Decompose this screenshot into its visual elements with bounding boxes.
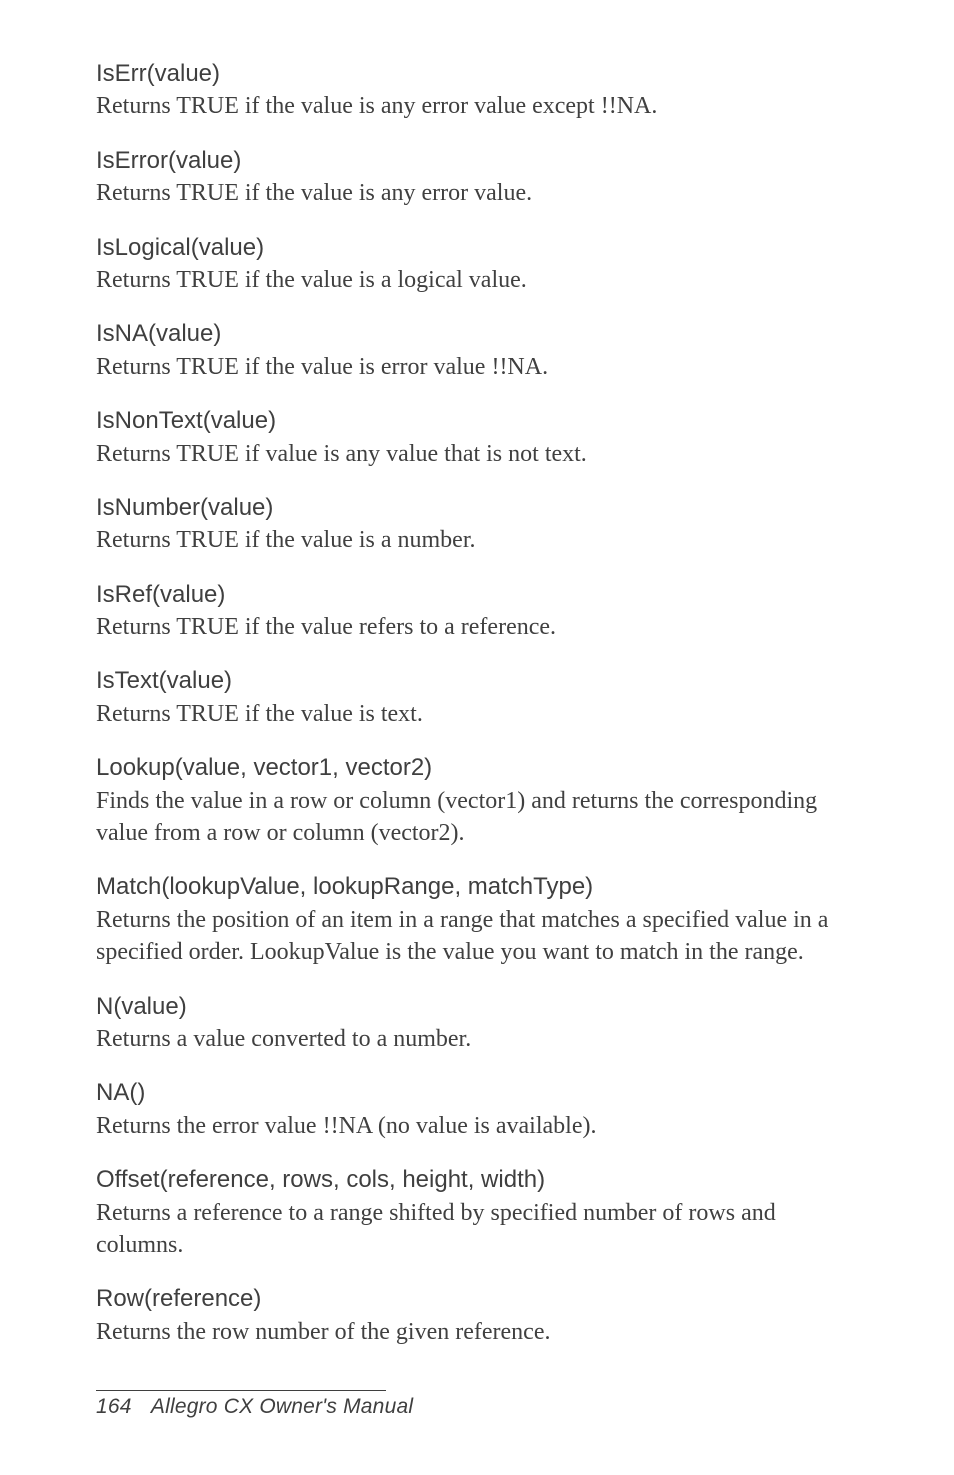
function-signature: Lookup(value, vector1, vector2) <box>96 752 858 784</box>
entry: Offset(reference, rows, cols, height, wi… <box>96 1164 858 1261</box>
entry: Match(lookupValue, lookupRange, matchTyp… <box>96 871 858 968</box>
function-description: Returns the row number of the given refe… <box>96 1316 858 1348</box>
footer-rule <box>96 1390 386 1391</box>
function-description: Returns TRUE if the value is a number. <box>96 524 858 556</box>
function-description: Returns a reference to a range shifted b… <box>96 1197 858 1262</box>
entry: IsErr(value) Returns TRUE if the value i… <box>96 58 858 123</box>
entry: IsLogical(value) Returns TRUE if the val… <box>96 232 858 297</box>
footer-text: 164 Allegro CX Owner's Manual <box>96 1395 413 1419</box>
function-signature: IsText(value) <box>96 665 858 697</box>
function-signature: IsLogical(value) <box>96 232 858 264</box>
manual-title: Allegro CX Owner's Manual <box>151 1395 413 1418</box>
function-description: Returns TRUE if the value refers to a re… <box>96 611 858 643</box>
function-signature: N(value) <box>96 991 858 1023</box>
entry: IsText(value) Returns TRUE if the value … <box>96 665 858 730</box>
function-description: Returns TRUE if the value is text. <box>96 698 858 730</box>
function-description: Returns TRUE if the value is error value… <box>96 351 858 383</box>
entry: Lookup(value, vector1, vector2) Finds th… <box>96 752 858 849</box>
function-signature: IsErr(value) <box>96 58 858 90</box>
page-number: 164 <box>96 1395 132 1418</box>
entry: NA() Returns the error value !!NA (no va… <box>96 1077 858 1142</box>
function-description: Returns the error value !!NA (no value i… <box>96 1110 858 1142</box>
function-signature: Row(reference) <box>96 1283 858 1315</box>
entry: IsNA(value) Returns TRUE if the value is… <box>96 318 858 383</box>
function-description: Returns TRUE if the value is a logical v… <box>96 264 858 296</box>
page-footer: 164 Allegro CX Owner's Manual <box>96 1390 413 1419</box>
function-signature: IsError(value) <box>96 145 858 177</box>
function-description: Returns TRUE if value is any value that … <box>96 438 858 470</box>
function-signature: IsNA(value) <box>96 318 858 350</box>
entry: IsRef(value) Returns TRUE if the value r… <box>96 579 858 644</box>
function-signature: IsNumber(value) <box>96 492 858 524</box>
function-signature: IsNonText(value) <box>96 405 858 437</box>
function-description: Returns TRUE if the value is any error v… <box>96 90 858 122</box>
entry: IsError(value) Returns TRUE if the value… <box>96 145 858 210</box>
function-signature: IsRef(value) <box>96 579 858 611</box>
entry: IsNumber(value) Returns TRUE if the valu… <box>96 492 858 557</box>
content-area: IsErr(value) Returns TRUE if the value i… <box>96 58 858 1348</box>
function-signature: Match(lookupValue, lookupRange, matchTyp… <box>96 871 858 903</box>
function-description: Finds the value in a row or column (vect… <box>96 785 858 850</box>
entry: Row(reference) Returns the row number of… <box>96 1283 858 1348</box>
entry: N(value) Returns a value converted to a … <box>96 991 858 1056</box>
function-description: Returns TRUE if the value is any error v… <box>96 177 858 209</box>
entry: IsNonText(value) Returns TRUE if value i… <box>96 405 858 470</box>
function-signature: Offset(reference, rows, cols, height, wi… <box>96 1164 858 1196</box>
function-description: Returns a value converted to a number. <box>96 1023 858 1055</box>
function-description: Returns the position of an item in a ran… <box>96 904 858 969</box>
function-signature: NA() <box>96 1077 858 1109</box>
